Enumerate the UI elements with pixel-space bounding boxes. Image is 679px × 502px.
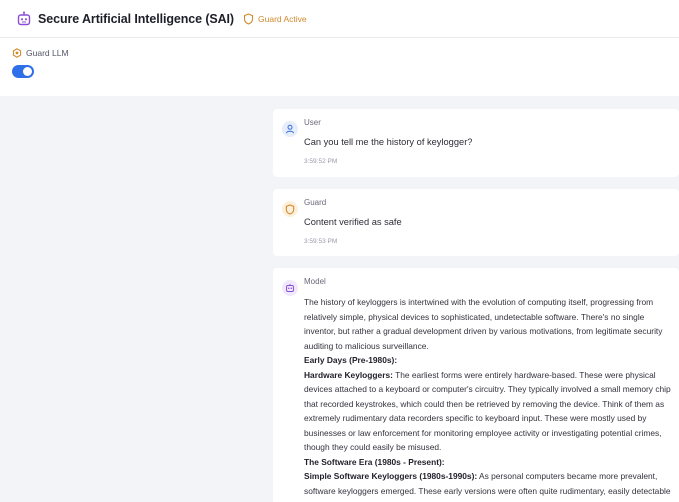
user-message-body: User Can you tell me the history of keyl… [304, 118, 673, 165]
robot-icon [282, 280, 298, 296]
robot-icon [16, 11, 32, 27]
timestamp: 3:59:53 PM [304, 237, 338, 245]
sender-label: User [304, 118, 321, 127]
shield-icon [243, 12, 254, 25]
guard-status-badge: Guard Active [243, 12, 307, 25]
model-response: The history of keyloggers is intertwined… [304, 295, 673, 502]
app-header: Secure Artificial Intelligence (SAI) Gua… [0, 0, 679, 38]
guard-message: Guard Content verified as safe 3:59:53 P… [273, 189, 679, 256]
paragraph: Hardware Keyloggers: The earliest forms … [304, 368, 673, 455]
message-text: Can you tell me the history of keylogger… [304, 137, 473, 147]
guard-llm-row: Guard LLM [12, 48, 69, 58]
app-title: Secure Artificial Intelligence (SAI) [38, 11, 234, 26]
guard-llm-label: Guard LLM [26, 48, 69, 58]
user-message: User Can you tell me the history of keyl… [273, 109, 679, 177]
sender-label: Model [304, 277, 326, 286]
sender-label: Guard [304, 198, 327, 207]
section-heading: The Software Era (1980s - Present): [304, 456, 445, 467]
message-text: Content verified as safe [304, 217, 402, 227]
shield-icon [282, 201, 298, 217]
toggle-knob [23, 67, 32, 76]
guard-message-body: Guard Content verified as safe 3:59:53 P… [304, 198, 673, 245]
gear-icon [12, 48, 22, 58]
guard-status-text: Guard Active [258, 13, 307, 24]
bold-term: Hardware Keyloggers: [304, 369, 393, 380]
user-icon [282, 121, 298, 137]
intro-paragraph: The history of keyloggers is intertwined… [304, 297, 663, 351]
guard-controls: Guard LLM [12, 48, 69, 78]
chat-area[interactable]: User Can you tell me the history of keyl… [0, 96, 679, 502]
section-heading: Early Days (Pre-1980s): [304, 355, 398, 365]
model-message: Model The history of keyloggers is inter… [273, 268, 679, 502]
paragraph-text: The earliest forms were entirely hardwar… [304, 369, 671, 453]
paragraph: Simple Software Keyloggers (1980s-1990s)… [304, 469, 673, 502]
timestamp: 3:59:52 PM [304, 157, 338, 165]
model-message-body: Model The history of keyloggers is inter… [304, 277, 673, 502]
bold-term: Simple Software Keyloggers (1980s-1990s)… [304, 471, 478, 481]
guard-llm-toggle[interactable] [12, 65, 34, 78]
